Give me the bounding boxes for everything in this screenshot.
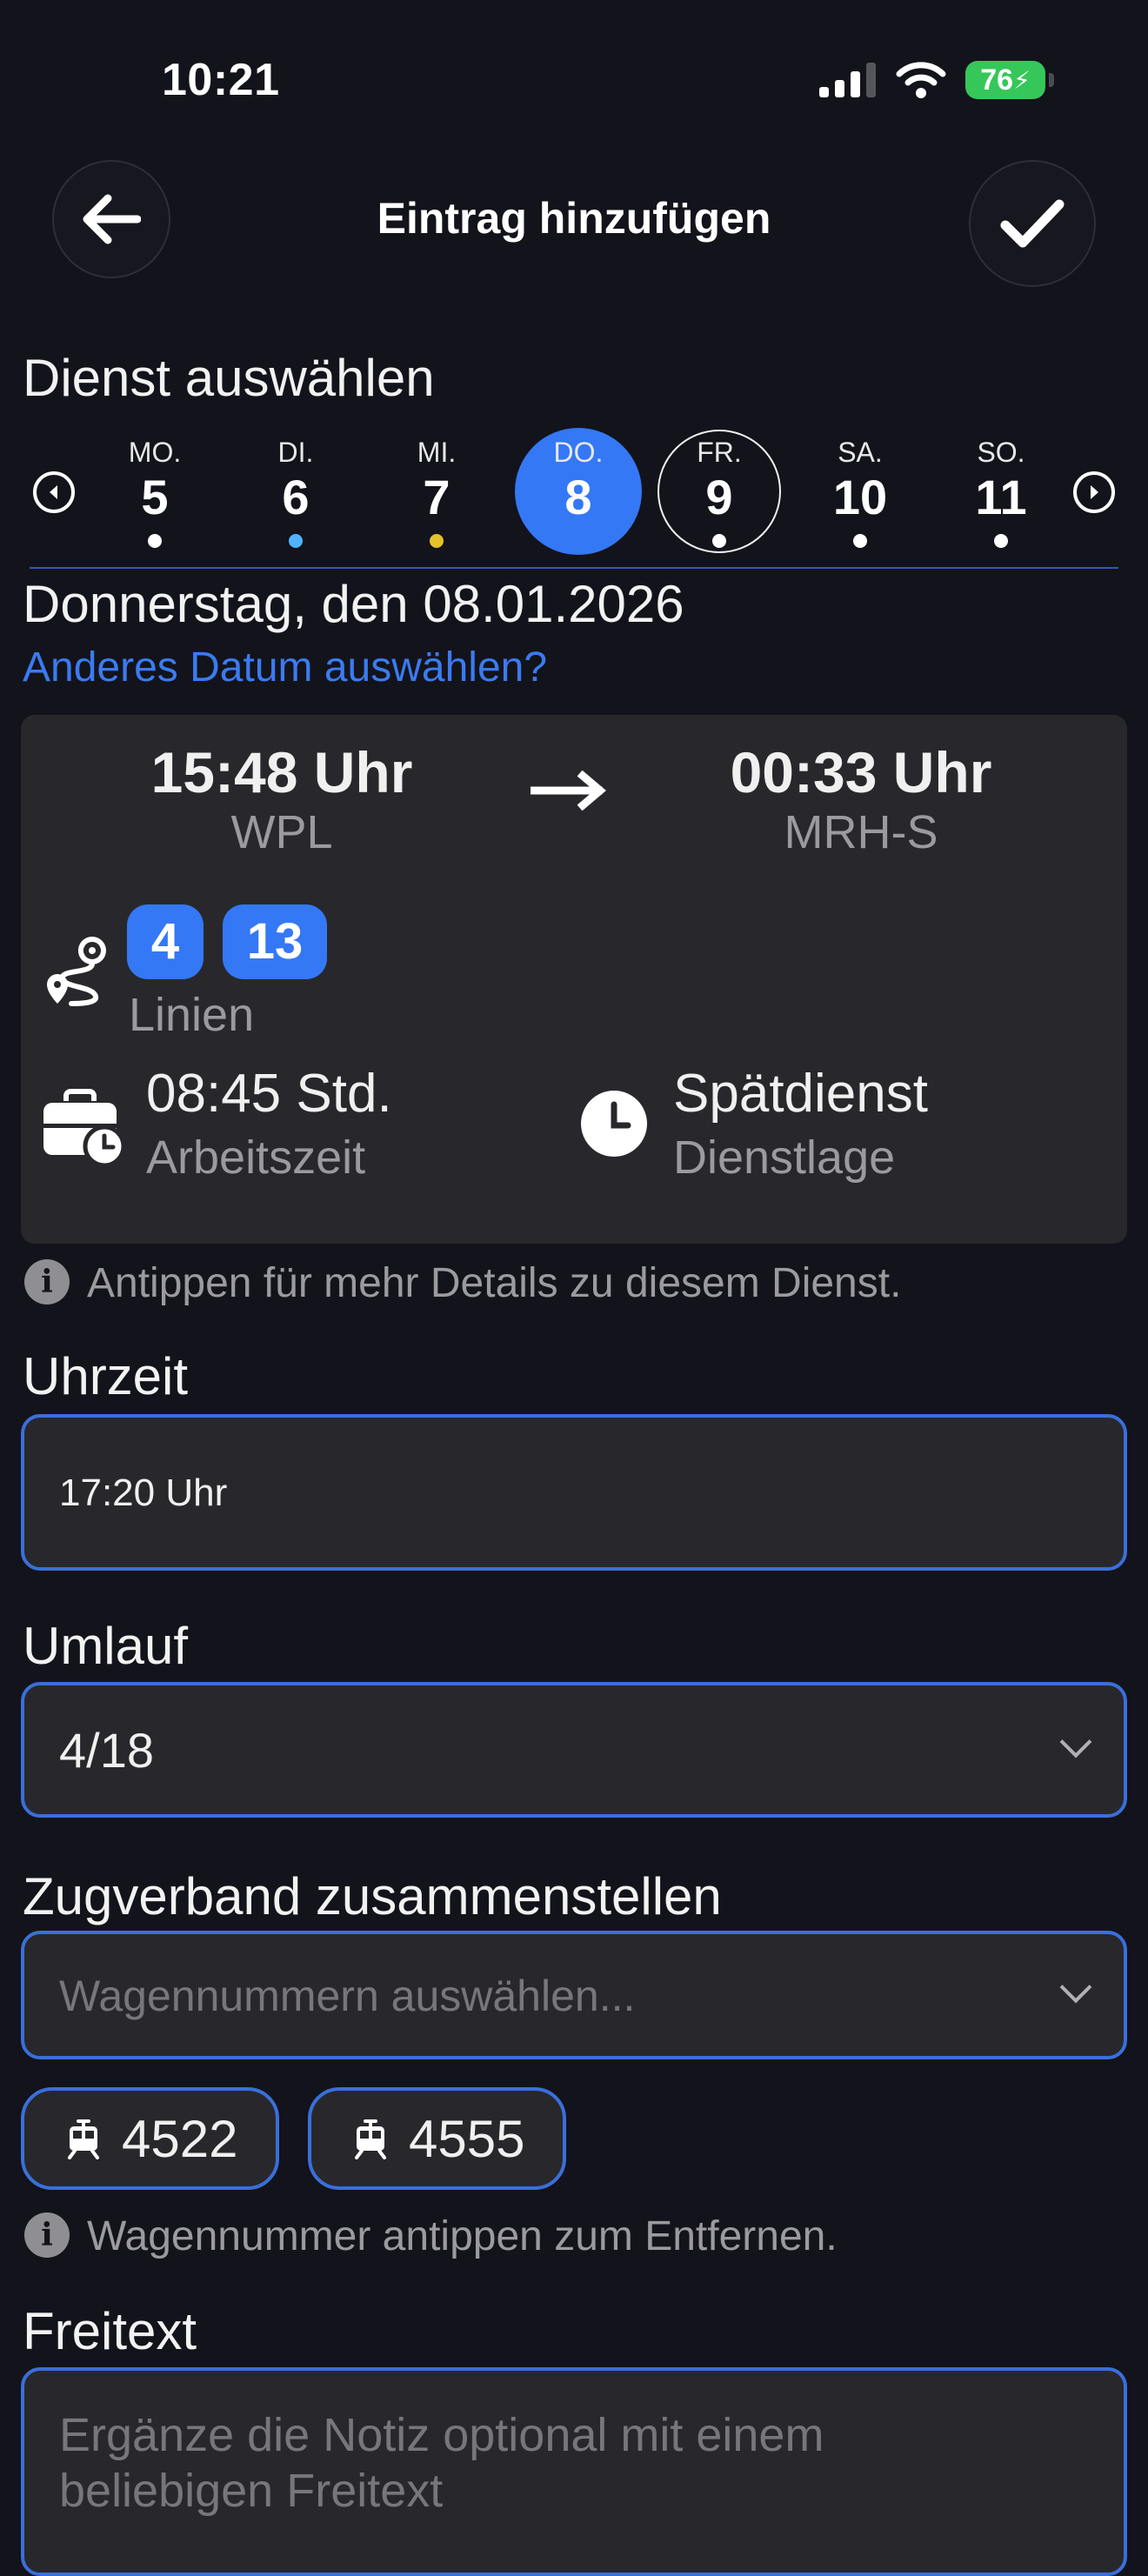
line-badge: 13 [223,904,327,979]
cellular-signal-icon [819,63,876,97]
start-place: WPL [230,806,333,858]
wagon-number: 4522 [122,2109,238,2168]
wagon-select[interactable]: Wagennummern auswählen... [21,1931,1127,2059]
zugverband-label: Zugverband zusammenstellen [23,1867,722,1925]
wagon-hint: Wagennummer antippen zum Entfernen. [87,2213,838,2259]
checkmark-icon [1000,199,1065,248]
selected-date: Donnerstag, den 08.01.2026 [23,575,684,633]
day-number: 8 [564,470,592,524]
day-indicator-dot [712,534,726,548]
end-time: 00:33 Uhr [730,740,992,804]
day-indicator-dot [853,534,867,548]
day-weekday: MO. [128,437,182,468]
umlauf-label: Umlauf [23,1617,189,1675]
freitext-placeholder: Ergänze die Notiz optional mit einem bel… [59,2409,824,2517]
day-thursday[interactable]: DO. 8 [516,435,641,525]
day-wednesday[interactable]: MI. 7 [374,435,499,548]
day-number: 5 [141,470,169,524]
day-saturday[interactable]: SA. 10 [798,435,923,548]
details-hint: Antippen für mehr Details zu diesem Dien… [87,1260,902,1306]
day-weekday: MI. [417,437,457,468]
start-time: 15:48 Uhr [150,740,413,804]
day-number: 10 [832,470,888,524]
route-icon [47,937,106,1006]
time-value: 17:20 Uhr [59,1472,228,1514]
arrow-right-icon [531,771,606,811]
umlauf-value: 4/18 [59,1723,154,1778]
info-icon: i [24,1259,70,1305]
week-prev-button[interactable] [33,471,75,513]
end-place: MRH-S [784,806,938,858]
day-weekday: DO. [553,437,604,468]
tram-icon [355,2119,386,2159]
battery-level: 76 [980,63,1014,97]
day-number: 11 [975,470,1027,524]
shift-type: Spätdienst [673,1064,928,1124]
week-divider [30,567,1118,569]
status-icons: 76 ⚡ [819,61,1054,99]
day-indicator-dot [289,534,303,548]
line-badge: 4 [127,904,204,979]
time-input[interactable]: 17:20 Uhr [21,1414,1127,1571]
confirm-button[interactable] [969,160,1096,287]
service-card[interactable]: 15:48 Uhr WPL 00:33 Uhr MRH-S 4 13 Linie… [21,715,1127,1244]
wagon-number: 4555 [409,2109,525,2168]
briefcase-clock-icon [43,1089,126,1167]
day-weekday: DI. [277,437,314,468]
wagon-chip[interactable]: 4522 [21,2087,280,2190]
charging-bolt-icon: ⚡ [1013,66,1031,94]
wagon-chip[interactable]: 4555 [308,2087,567,2190]
status-time: 10:21 [162,55,280,105]
info-icon: i [24,2212,70,2258]
day-weekday: FR. [697,437,742,468]
day-tuesday[interactable]: DI. 6 [233,435,358,548]
day-weekday: SA. [838,437,883,468]
battery-icon: 76 ⚡ [965,61,1054,99]
day-friday[interactable]: FR. 9 [657,435,782,548]
chevron-left-icon [50,485,57,499]
day-indicator-dot [148,534,162,548]
day-monday[interactable]: MO. 5 [92,435,217,548]
chevron-down-icon [1059,1725,1092,1758]
chevron-down-icon [1059,1971,1092,2004]
lines-label: Linien [129,989,255,1041]
wifi-icon [896,62,946,98]
day-indicator-dot [430,534,444,548]
clock-icon [581,1091,647,1157]
day-weekday: SO. [977,437,1025,468]
work-time: 08:45 Std. [146,1064,392,1124]
freitext-label: Freitext [23,2302,197,2360]
day-number: 6 [282,470,310,524]
day-number: 7 [423,470,451,524]
shift-type-label: Dienstlage [673,1131,896,1184]
dienst-heading: Dienst auswählen [23,349,435,407]
uhrzeit-label: Uhrzeit [23,1347,189,1405]
tram-icon [68,2119,99,2159]
freitext-textarea[interactable]: Ergänze die Notiz optional mit einem bel… [21,2367,1127,2576]
work-time-label: Arbeitszeit [146,1131,366,1184]
wagon-select-placeholder: Wagennummern auswählen... [59,1972,636,2020]
day-indicator-dot [994,534,1008,548]
day-sunday[interactable]: SO. 11 [938,435,1064,548]
other-date-link[interactable]: Anderes Datum auswählen? [23,644,547,691]
chevron-right-icon [1091,485,1098,499]
day-number: 9 [705,470,733,524]
umlauf-select[interactable]: 4/18 [21,1682,1127,1818]
week-next-button[interactable] [1073,471,1115,513]
